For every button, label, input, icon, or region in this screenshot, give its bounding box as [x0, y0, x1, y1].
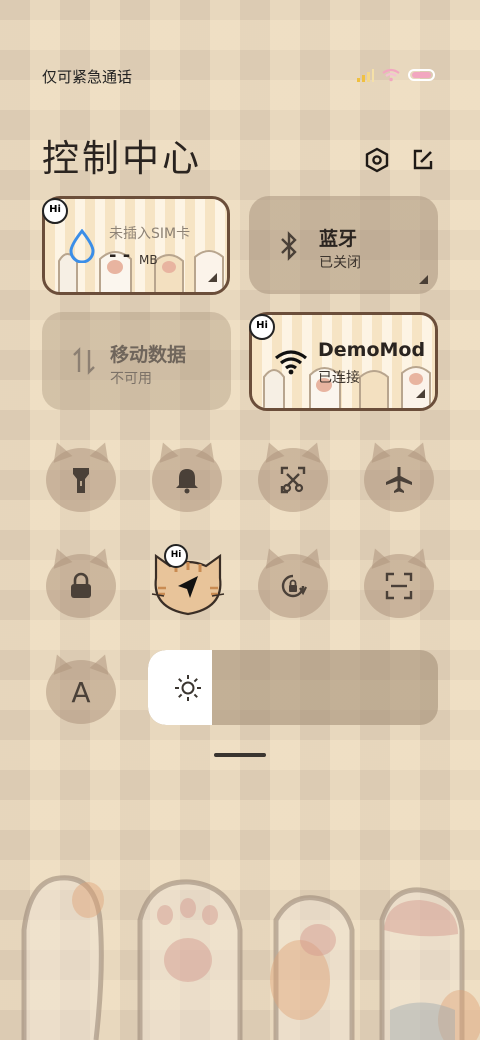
location-toggle[interactable] [150, 548, 226, 620]
mobile-data-tile[interactable]: 移动数据 不可用 [42, 312, 231, 410]
swipe-handle[interactable] [214, 753, 266, 757]
silent-toggle[interactable] [152, 439, 222, 512]
scan-toggle[interactable] [364, 545, 434, 618]
battery-icon [408, 69, 435, 81]
data-usage-line1: 未插入SIM卡 [109, 226, 191, 242]
data-usage-value: - - [109, 245, 131, 266]
wifi-icon [275, 350, 307, 375]
cat-paws-wallpaper [21, 875, 480, 1040]
bluetooth-tile[interactable]: 蓝牙 已关闭 [249, 196, 438, 294]
hi-badge: Hi [42, 198, 68, 224]
mobile-data-title: 移动数据 [110, 344, 187, 366]
data-usage-unit: MB [139, 253, 158, 267]
tile-corner-indicator [416, 389, 425, 398]
status-icons [356, 68, 436, 82]
lock-icon [46, 554, 116, 618]
wifi-title: DemoMod [318, 339, 426, 361]
hi-badge: Hi [249, 314, 275, 340]
hexagon-settings-icon[interactable] [362, 145, 392, 175]
airplane-icon [364, 448, 434, 512]
status-carrier-text: 仅可紧急通话 [42, 68, 133, 86]
mobile-data-icon [73, 347, 95, 375]
bluetooth-icon [281, 231, 297, 261]
bluetooth-title: 蓝牙 [319, 228, 358, 250]
rotate-lock-icon [258, 554, 328, 618]
wifi-tile[interactable]: DemoMod 已连接 [249, 312, 438, 411]
wifi-status: 已连接 [318, 370, 360, 386]
data-usage-tile[interactable]: 未插入SIM卡 - - MB [42, 196, 230, 295]
screenshot-toggle[interactable] [258, 439, 328, 512]
cat-face-location-icon [151, 553, 225, 616]
bluetooth-status: 已关闭 [319, 255, 361, 271]
brightness-slider[interactable] [148, 650, 438, 725]
lock-toggle[interactable] [46, 545, 116, 618]
airplane-toggle[interactable] [364, 439, 434, 512]
auto-rotate-toggle[interactable] [258, 545, 328, 618]
edit-icon[interactable] [408, 145, 438, 175]
sun-icon [175, 675, 201, 701]
wifi-status-icon [382, 68, 400, 82]
mobile-data-status: 不可用 [110, 371, 152, 387]
flashlight-icon [46, 448, 116, 512]
signal-icon [357, 69, 374, 82]
font-label: A [71, 675, 91, 709]
scan-icon [364, 554, 434, 618]
tile-corner-indicator [419, 275, 428, 284]
flashlight-toggle[interactable] [46, 439, 116, 512]
bell-icon [152, 448, 222, 512]
font-size-button[interactable]: A [46, 651, 116, 724]
tile-corner-indicator [208, 273, 217, 282]
water-drop-icon [69, 229, 95, 263]
screenshot-icon [258, 448, 328, 512]
hi-badge: Hi [164, 544, 188, 568]
page-title: 控制中心 [42, 137, 202, 180]
